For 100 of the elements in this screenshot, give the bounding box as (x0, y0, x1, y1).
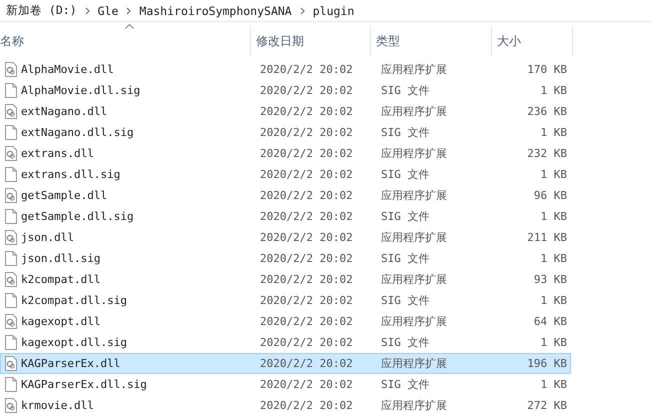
file-name: extrans.dll.sig (21, 168, 120, 181)
file-name: extrans.dll (21, 147, 94, 160)
breadcrumb-item[interactable]: plugin (312, 4, 354, 18)
file-size: 211 KB (526, 231, 567, 244)
dll-file-icon (5, 398, 17, 413)
file-name: k2compat.dll (21, 273, 100, 286)
modified-date: 2020/2/2 20:02 (260, 357, 354, 370)
file-size: 232 KB (526, 147, 567, 160)
chevron-icon (300, 6, 305, 14)
file-name: getSample.dll (21, 189, 108, 202)
chevron-icon (84, 6, 90, 14)
file-type: SIG 文件 (381, 125, 430, 140)
file-type: SIG 文件 (381, 377, 430, 392)
column-header[interactable]: 名称 (0, 26, 251, 56)
breadcrumb-item[interactable]: MashiroiroSymphonySANA (139, 4, 292, 18)
file-size: 1 KB (540, 168, 567, 181)
file-size: 1 KB (540, 294, 567, 307)
file-icon (5, 209, 17, 224)
file-size: 1 KB (540, 252, 567, 265)
dll-file-icon (5, 104, 17, 119)
modified-date: 2020/2/2 20:02 (260, 273, 354, 286)
modified-date: 2020/2/2 20:02 (260, 252, 354, 265)
file-name: kagexopt.dll (21, 315, 100, 328)
file-size: 1 KB (540, 210, 567, 223)
dll-file-icon (5, 272, 17, 287)
file-size: 196 KB (526, 357, 567, 370)
file-name: extNagano.dll.sig (21, 126, 134, 139)
file-name: extNagano.dll (21, 105, 108, 118)
dll-file-icon (5, 146, 17, 161)
file-row[interactable]: k2compat.dll 2020/2/2 20:02 应用程序扩展 93 KB (0, 269, 571, 290)
file-row[interactable]: KAGParserEx.dll 2020/2/2 20:02 应用程序扩展 196 KB (0, 353, 571, 374)
file-type: 应用程序扩展 (381, 188, 448, 203)
file-name: KAGParserEx.dll (21, 357, 120, 370)
dll-file-icon (5, 356, 17, 371)
file-type: SIG 文件 (381, 251, 430, 266)
column-header[interactable]: 大小 (492, 26, 573, 56)
file-icon (5, 167, 17, 182)
file-type: 应用程序扩展 (381, 356, 448, 371)
file-type: SIG 文件 (381, 209, 430, 224)
file-size: 170 KB (526, 63, 567, 76)
file-row[interactable]: kagexopt.dll.sig 2020/2/2 20:02 SIG 文件 1 KB (0, 332, 571, 353)
modified-date: 2020/2/2 20:02 (260, 126, 354, 139)
chevron-icon (126, 6, 132, 14)
breadcrumb-item[interactable]: Gle (98, 4, 118, 18)
file-icon (5, 83, 17, 98)
file-row[interactable]: getSample.dll 2020/2/2 20:02 应用程序扩展 96 KB (0, 185, 571, 206)
file-row[interactable]: extNagano.dll.sig 2020/2/2 20:02 SIG 文件 1 KB (0, 122, 571, 143)
file-row[interactable]: AlphaMovie.dll.sig 2020/2/2 20:02 SIG 文件 1 KB (0, 80, 571, 101)
file-size: 1 KB (540, 378, 567, 391)
file-type: SIG 文件 (381, 83, 430, 98)
file-name: kagexopt.dll.sig (21, 336, 127, 349)
file-name: json.dll.sig (21, 252, 100, 265)
file-type: 应用程序扩展 (381, 272, 448, 287)
file-type: SIG 文件 (381, 167, 430, 182)
modified-date: 2020/2/2 20:02 (260, 84, 354, 97)
file-size: 236 KB (526, 105, 567, 118)
file-size: 96 KB (532, 189, 567, 202)
modified-date: 2020/2/2 20:02 (260, 210, 354, 223)
file-row[interactable]: KAGParserEx.dll.sig 2020/2/2 20:02 SIG 文件 1 KB (0, 374, 571, 395)
file-size: 1 KB (540, 336, 567, 349)
column-header[interactable]: 类型 (371, 26, 492, 56)
file-row[interactable]: k2compat.dll.sig 2020/2/2 20:02 SIG 文件 1 KB (0, 290, 571, 311)
file-size: 1 KB (540, 126, 567, 139)
file-row[interactable]: json.dll.sig 2020/2/2 20:02 SIG 文件 1 KB (0, 248, 571, 269)
modified-date: 2020/2/2 20:02 (260, 147, 354, 160)
file-name: json.dll (21, 231, 74, 244)
modified-date: 2020/2/2 20:02 (260, 168, 354, 181)
file-size: 1 KB (540, 84, 567, 97)
file-row[interactable]: kagexopt.dll 2020/2/2 20:02 应用程序扩展 64 KB (0, 311, 571, 332)
file-row[interactable]: extrans.dll.sig 2020/2/2 20:02 SIG 文件 1 KB (0, 164, 571, 185)
file-row[interactable]: getSample.dll.sig 2020/2/2 20:02 SIG 文件 1 KB (0, 206, 571, 227)
file-type: 应用程序扩展 (381, 104, 448, 119)
modified-date: 2020/2/2 20:02 (260, 315, 354, 328)
breadcrumb-item[interactable]: 新加卷 (D:) (6, 3, 77, 18)
modified-date: 2020/2/2 20:02 (260, 336, 354, 349)
file-type: 应用程序扩展 (381, 314, 448, 329)
modified-date: 2020/2/2 20:02 (260, 231, 354, 244)
dll-file-icon (5, 314, 17, 329)
dll-file-icon (5, 62, 17, 77)
modified-date: 2020/2/2 20:02 (260, 189, 354, 202)
file-name: KAGParserEx.dll.sig (21, 378, 147, 391)
file-row[interactable]: krmovie.dll 2020/2/2 20:02 应用程序扩展 272 KB (0, 395, 571, 416)
sort-caret-icon (125, 24, 134, 29)
modified-date: 2020/2/2 20:02 (260, 294, 354, 307)
file-row[interactable]: AlphaMovie.dll 2020/2/2 20:02 应用程序扩展 170 KB (0, 59, 571, 80)
file-name: AlphaMovie.dll.sig (21, 84, 140, 97)
file-icon (5, 251, 17, 266)
file-name: getSample.dll.sig (21, 210, 134, 223)
file-row[interactable]: extNagano.dll 2020/2/2 20:02 应用程序扩展 236 KB (0, 101, 571, 122)
file-name: krmovie.dll (21, 399, 94, 412)
file-type: 应用程序扩展 (381, 146, 448, 161)
column-header[interactable]: 修改日期 (251, 26, 371, 56)
modified-date: 2020/2/2 20:02 (260, 105, 354, 118)
file-type: 应用程序扩展 (381, 230, 448, 245)
file-icon (5, 335, 17, 350)
file-row[interactable]: json.dll 2020/2/2 20:02 应用程序扩展 211 KB (0, 227, 571, 248)
file-icon (5, 125, 17, 140)
file-row[interactable]: extrans.dll 2020/2/2 20:02 应用程序扩展 232 KB (0, 143, 571, 164)
file-type: 应用程序扩展 (381, 398, 448, 413)
file-icon (5, 293, 17, 308)
